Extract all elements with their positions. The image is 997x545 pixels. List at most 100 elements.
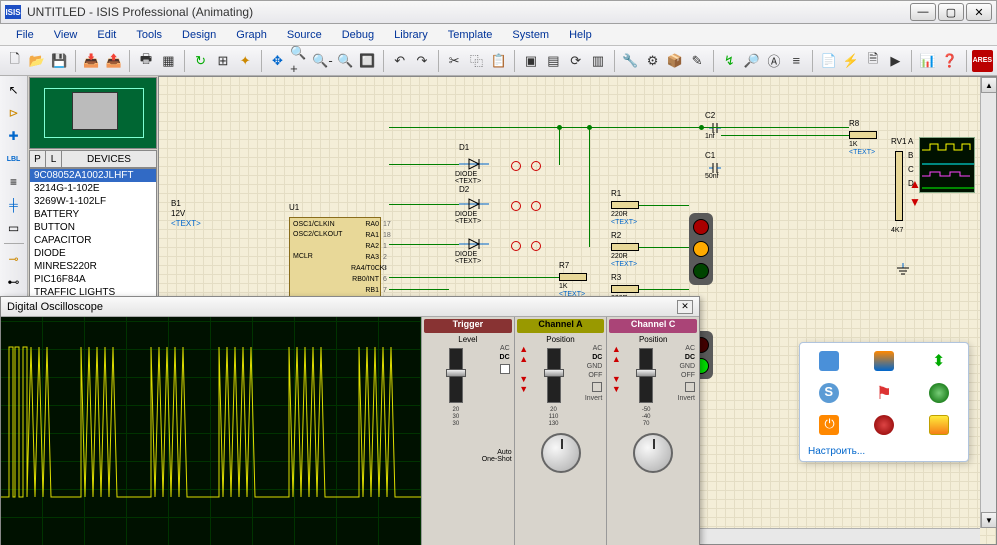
netlist-icon[interactable]: 🗎 <box>862 50 883 72</box>
compile-icon[interactable]: ▶ <box>885 50 906 72</box>
device-item[interactable]: DIODE <box>30 247 156 260</box>
osc-close-button[interactable]: ✕ <box>677 300 693 314</box>
pot-rv1[interactable] <box>895 151 903 221</box>
ch-c-off[interactable]: OFF <box>669 371 695 380</box>
menu-tools[interactable]: Tools <box>126 24 172 45</box>
device-item[interactable]: PIC16F84A <box>30 273 156 286</box>
refresh-icon[interactable]: ↻ <box>190 50 211 72</box>
tray-globe-icon[interactable] <box>929 383 949 403</box>
find-icon[interactable]: Ⓐ <box>763 50 784 72</box>
ch-a-ac[interactable]: AC <box>576 344 602 353</box>
zoom-fit-icon[interactable]: 🔍 <box>334 50 355 72</box>
osc-titlebar[interactable]: Digital Oscilloscope ✕ <box>1 297 699 317</box>
ch-c-position-slider[interactable] <box>639 348 653 403</box>
assign-icon[interactable]: ≡ <box>786 50 807 72</box>
text-icon[interactable]: ≡ <box>3 172 25 192</box>
make-icon[interactable]: ⚙ <box>642 50 663 72</box>
print-icon[interactable]: 🖶 <box>135 50 156 72</box>
res-r2[interactable] <box>611 243 639 251</box>
res-r1[interactable] <box>611 201 639 209</box>
trigger-oneshot[interactable]: One-Shot <box>424 456 512 463</box>
open-icon[interactable]: 📂 <box>26 50 47 72</box>
tray-power-icon[interactable]: ⏻ <box>819 415 839 435</box>
ch-a-pos-arrows[interactable]: ▲▲▼▼ <box>517 344 531 429</box>
ch-a-vdiv-knob[interactable] <box>541 433 581 473</box>
junction-icon[interactable]: ✚ <box>3 126 25 146</box>
redo-icon[interactable]: ↷ <box>411 50 432 72</box>
decompose-icon[interactable]: ✎ <box>686 50 707 72</box>
traffic-light-1[interactable] <box>689 213 713 285</box>
selection-icon[interactable]: ↖ <box>3 80 25 100</box>
ch-c-dc[interactable]: DC <box>669 353 695 362</box>
package-icon[interactable]: 📦 <box>664 50 685 72</box>
trigger-level-slider[interactable] <box>449 348 463 403</box>
cut-icon[interactable]: ✂ <box>444 50 465 72</box>
tray-record-icon[interactable] <box>874 415 894 435</box>
button-sw1[interactable] <box>511 161 521 171</box>
scroll-up-icon[interactable]: ▲ <box>981 77 997 93</box>
tray-shield-icon[interactable] <box>874 351 894 371</box>
ground-symbol[interactable] <box>895 263 911 280</box>
copy-icon[interactable]: ⿻ <box>466 50 487 72</box>
block-delete-icon[interactable]: ▥ <box>587 50 608 72</box>
tray-skype-icon[interactable]: S <box>819 383 839 403</box>
erc-icon[interactable]: ⚡ <box>840 50 861 72</box>
menu-debug[interactable]: Debug <box>332 24 384 45</box>
osc-display[interactable] <box>1 317 421 545</box>
origin-icon[interactable]: ✦ <box>235 50 256 72</box>
ch-a-position-slider[interactable] <box>547 348 561 403</box>
cap-c2[interactable] <box>709 121 721 138</box>
label-icon[interactable]: LBL <box>3 149 25 169</box>
res-r8[interactable] <box>849 131 877 139</box>
menu-help[interactable]: Help <box>559 24 602 45</box>
canvas-scroll-v[interactable]: ▲ ▼ <box>980 77 996 528</box>
subcircuit-icon[interactable]: ▭ <box>3 218 25 238</box>
oscilloscope-window[interactable]: Digital Oscilloscope ✕ Trigger Level 203… <box>0 296 700 545</box>
menu-source[interactable]: Source <box>277 24 332 45</box>
search-icon[interactable]: 🔎 <box>741 50 762 72</box>
scope-instrument[interactable] <box>919 137 975 193</box>
res-r7[interactable] <box>559 273 587 281</box>
bus-icon[interactable]: ╪ <box>3 195 25 215</box>
res-r3[interactable] <box>611 285 639 293</box>
menu-library[interactable]: Library <box>384 24 438 45</box>
device-item[interactable]: 3214G-1-102E <box>30 182 156 195</box>
system-tray-popup[interactable]: ⬍ S ⚑ ⏻ Настроить... <box>799 342 969 462</box>
button-sw2[interactable] <box>511 201 521 211</box>
device-item[interactable]: BATTERY <box>30 208 156 221</box>
tray-customize-link[interactable]: Настроить... <box>808 446 865 457</box>
menu-system[interactable]: System <box>502 24 559 45</box>
ch-c-gnd[interactable]: GND <box>669 362 695 371</box>
ch-c-vdiv-knob[interactable] <box>633 433 673 473</box>
terminal-icon[interactable]: ⊸ <box>3 249 25 269</box>
device-item[interactable]: 9C08052A1002JLHFT <box>30 169 156 182</box>
menu-file[interactable]: File <box>6 24 44 45</box>
bom-icon[interactable]: 📄 <box>818 50 839 72</box>
pick-parts-button[interactable]: P <box>30 151 46 167</box>
menu-template[interactable]: Template <box>438 24 503 45</box>
export-icon[interactable]: 📤 <box>103 50 124 72</box>
zoom-out-icon[interactable]: 🔍- <box>311 50 333 72</box>
trigger-ac[interactable]: AC <box>488 344 510 353</box>
minimize-button[interactable]: — <box>910 3 936 21</box>
maximize-button[interactable]: ▢ <box>938 3 964 21</box>
wire-autoroute-icon[interactable]: ↯ <box>719 50 740 72</box>
trigger-dc[interactable]: DC <box>488 353 510 362</box>
block-rotate-icon[interactable]: ⟳ <box>565 50 586 72</box>
pan-icon[interactable]: ✥ <box>267 50 288 72</box>
menu-graph[interactable]: Graph <box>226 24 277 45</box>
block-move-icon[interactable]: ▤ <box>543 50 564 72</box>
ares-icon[interactable]: ARES <box>972 50 993 72</box>
libraries-button[interactable]: L <box>46 151 62 167</box>
button-sw3[interactable] <box>511 241 521 251</box>
excel-icon[interactable]: 📊 <box>917 50 938 72</box>
close-button[interactable]: ✕ <box>966 3 992 21</box>
import-icon[interactable]: 📥 <box>81 50 102 72</box>
scroll-down-icon[interactable]: ▼ <box>981 512 997 528</box>
zoom-area-icon[interactable]: 🔲 <box>357 50 378 72</box>
ch-c-ac[interactable]: AC <box>669 344 695 353</box>
ch-c-pos-arrows[interactable]: ▲▲▼▼ <box>609 344 623 429</box>
device-item[interactable]: BUTTON <box>30 221 156 234</box>
tray-note-icon[interactable] <box>929 415 949 435</box>
zoom-in-icon[interactable]: 🔍+ <box>289 50 310 72</box>
